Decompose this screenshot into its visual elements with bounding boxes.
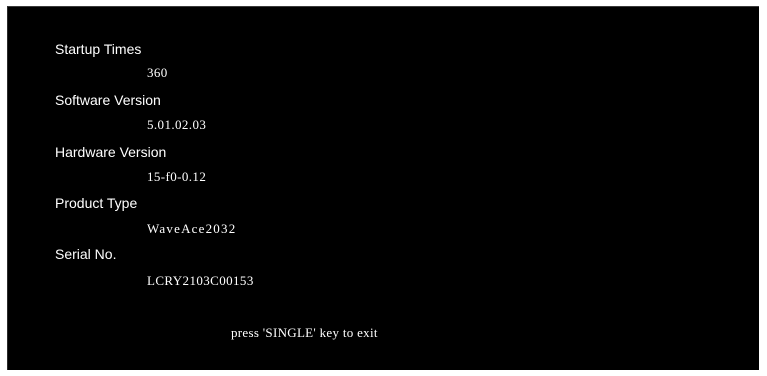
product-type-label: Product Type — [55, 195, 138, 211]
serial-no-value: LCRY2103C00153 — [147, 273, 254, 288]
startup-times-label: Startup Times — [55, 41, 142, 57]
exit-hint: press 'SINGLE' key to exit — [231, 325, 378, 340]
hardware-version-value: 15-f0-0.12 — [147, 169, 207, 184]
software-version-label: Software Version — [55, 92, 161, 108]
product-type-value: WaveAce2032 — [147, 221, 237, 236]
serial-no-label: Serial No. — [55, 246, 117, 262]
hardware-version-label: Hardware Version — [55, 144, 167, 160]
system-info-screen: Startup Times 360 Software Version 5.01.… — [7, 6, 759, 370]
software-version-value: 5.01.02.03 — [147, 117, 207, 132]
startup-times-value: 360 — [147, 65, 168, 80]
